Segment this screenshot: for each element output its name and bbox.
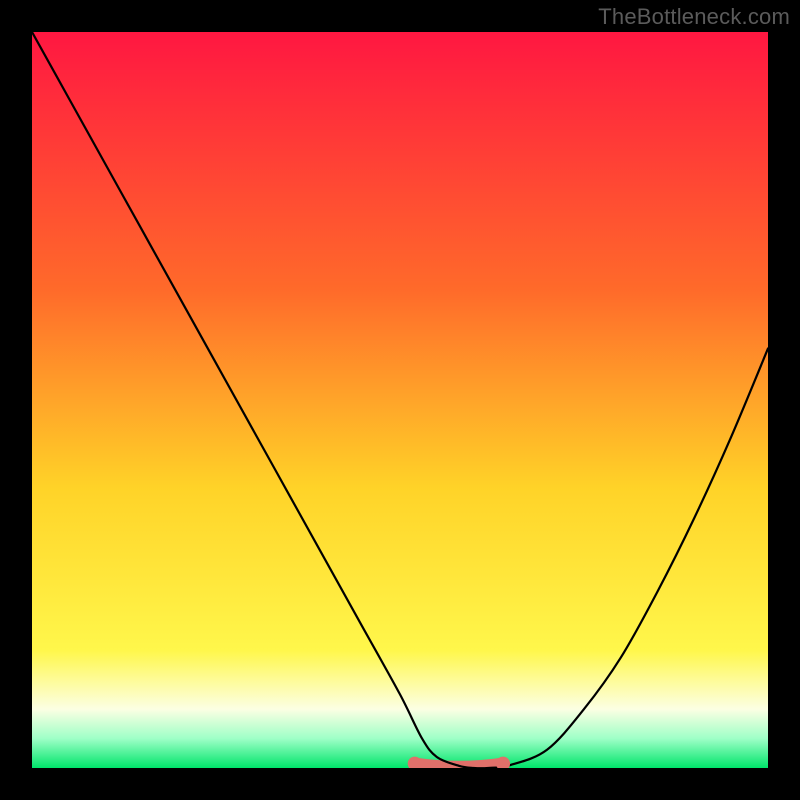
watermark-text: TheBottleneck.com xyxy=(598,4,790,30)
chart-frame: TheBottleneck.com xyxy=(0,0,800,800)
plot-area xyxy=(32,32,768,768)
gradient-background xyxy=(32,32,768,768)
chart-svg xyxy=(32,32,768,768)
